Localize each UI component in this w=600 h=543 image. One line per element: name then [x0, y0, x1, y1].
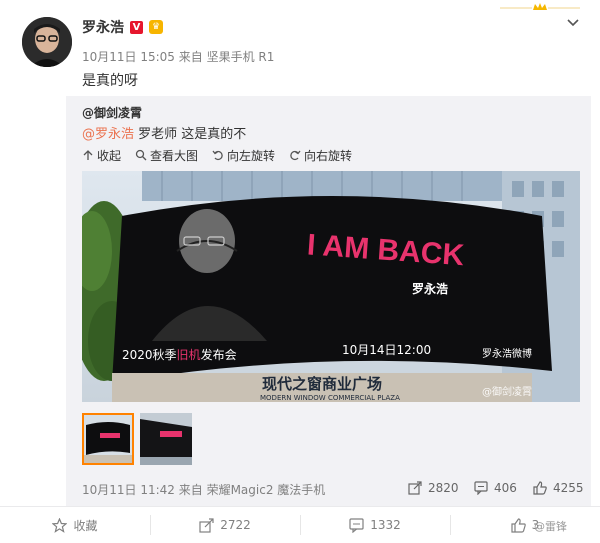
action-bar: 收藏 2722 1332 3: [0, 507, 600, 543]
original-comment-action[interactable]: 406: [474, 480, 517, 496]
author-row: 罗永浩 V ♛: [82, 17, 163, 37]
screen-event-suffix: 发布会: [201, 347, 237, 362]
rotate-left-icon: [212, 150, 223, 161]
watermark-text: @雷锋: [534, 520, 567, 533]
author-name[interactable]: 罗永浩: [82, 17, 124, 37]
chevron-down-icon[interactable]: [566, 16, 580, 30]
like-button[interactable]: 3: [450, 507, 600, 543]
original-text: @罗永浩 罗老师 这是真的不: [82, 123, 246, 142]
mention-link[interactable]: @罗永浩: [82, 127, 134, 142]
screen-event-date: 10月14日12:00: [342, 343, 431, 357]
rotate-right-button[interactable]: 向右旋转: [289, 147, 352, 164]
thumbs-up-icon: [511, 517, 526, 533]
comment-button[interactable]: 1332: [300, 507, 450, 543]
repost-button[interactable]: 2722: [150, 507, 300, 543]
screen-event-highlight: 旧机: [177, 348, 201, 362]
share-icon: [408, 481, 422, 495]
thumbnail-1[interactable]: [82, 413, 134, 465]
post-time-source[interactable]: 10月11日 15:05 来自 坚果手机 R1: [82, 48, 274, 65]
verified-badge-icon: V: [130, 20, 143, 34]
favorite-label: 收藏: [73, 518, 98, 533]
screen-event-line: 2020秋季旧机发布会: [122, 347, 237, 362]
original-author[interactable]: @御剑凌霄: [82, 104, 142, 121]
original-comment-count: 406: [494, 481, 517, 495]
crown-decoration-icon: [500, 3, 580, 10]
original-repost-count: 2820: [428, 481, 459, 495]
original-text-body: 罗老师 这是真的不: [134, 127, 247, 142]
vip-crown-icon: ♛: [149, 20, 163, 34]
favorite-button[interactable]: 收藏: [0, 507, 150, 543]
main-photo[interactable]: I AM BACK 罗永浩 2020秋季旧机发布会 10月14日12:00 罗永…: [82, 171, 580, 402]
original-like-count: 4255: [553, 481, 584, 495]
rotate-left-button[interactable]: 向左旋转: [212, 147, 275, 164]
share-icon: [199, 517, 214, 533]
screen-event-prefix: 2020秋季: [122, 348, 177, 362]
view-large-label: 查看大图: [150, 148, 199, 163]
comment-icon: [474, 481, 488, 495]
original-repost-action[interactable]: 2820: [408, 480, 459, 496]
original-time-source[interactable]: 10月11日 11:42 来自 荣耀Magic2 魔法手机: [82, 481, 325, 498]
thumbnail-2[interactable]: [140, 413, 192, 465]
rotate-left-label: 向左旋转: [227, 148, 276, 163]
thumbs-up-icon: [533, 481, 547, 495]
original-like-action[interactable]: 4255: [533, 480, 584, 496]
building-sign-en: MODERN WINDOW COMMERCIAL PLAZA: [260, 394, 400, 402]
collapse-label: 收起: [97, 148, 122, 163]
image-toolbar: 收起 查看大图 向左旋转 向右旋转: [82, 146, 352, 164]
view-large-button[interactable]: 查看大图: [135, 147, 198, 164]
star-icon: [52, 517, 68, 533]
screen-name: 罗永浩: [412, 281, 448, 296]
avatar[interactable]: [22, 17, 72, 67]
rotate-right-icon: [290, 150, 301, 161]
comment-count: 1332: [370, 518, 401, 532]
building-sign: 现代之窗商业广场: [262, 375, 382, 393]
magnifier-icon: [135, 149, 147, 161]
image-watermark: @御剑凌霄: [482, 385, 532, 398]
post-text: 是真的呀: [82, 73, 138, 89]
comment-icon: [349, 517, 364, 533]
repost-count: 2722: [220, 518, 251, 532]
arrow-up-icon: [83, 150, 93, 160]
collapse-button[interactable]: 收起: [82, 147, 121, 164]
rotate-right-label: 向右旋转: [304, 148, 353, 163]
screen-host: 罗永浩微博: [482, 347, 532, 360]
